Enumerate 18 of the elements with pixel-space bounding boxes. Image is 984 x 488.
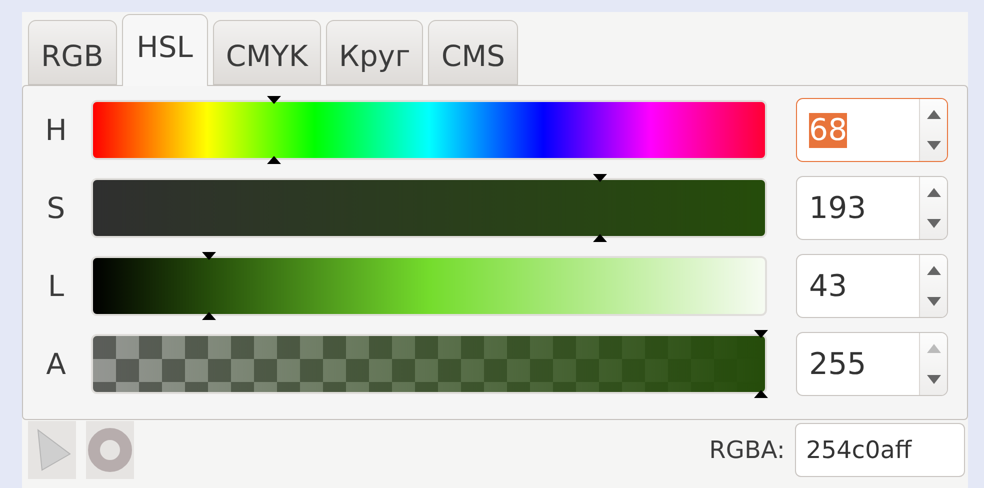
- tab[interactable]: HSL: [122, 14, 208, 86]
- channel-label: S: [46, 191, 66, 225]
- rgba-field[interactable]: 254c0aff: [795, 423, 965, 477]
- slider-thumb[interactable]: [753, 330, 769, 398]
- slider-thumb[interactable]: [266, 96, 282, 164]
- tab[interactable]: RGB: [28, 20, 117, 85]
- channel-label: A: [45, 347, 67, 381]
- channel-label: L: [46, 269, 66, 303]
- tab[interactable]: Круг: [326, 20, 424, 85]
- channel-label: H: [44, 113, 68, 147]
- tab[interactable]: CMS: [428, 20, 518, 85]
- tab[interactable]: CMYK: [212, 20, 321, 85]
- number-spinbox[interactable]: 43: [796, 254, 948, 318]
- rgba-label: RGBA:: [709, 436, 785, 464]
- number-spinbox[interactable]: 193: [796, 176, 948, 240]
- slider-thumb[interactable]: [201, 252, 218, 320]
- slider-thumb[interactable]: [592, 174, 608, 242]
- number-spinbox[interactable]: 255: [796, 332, 948, 396]
